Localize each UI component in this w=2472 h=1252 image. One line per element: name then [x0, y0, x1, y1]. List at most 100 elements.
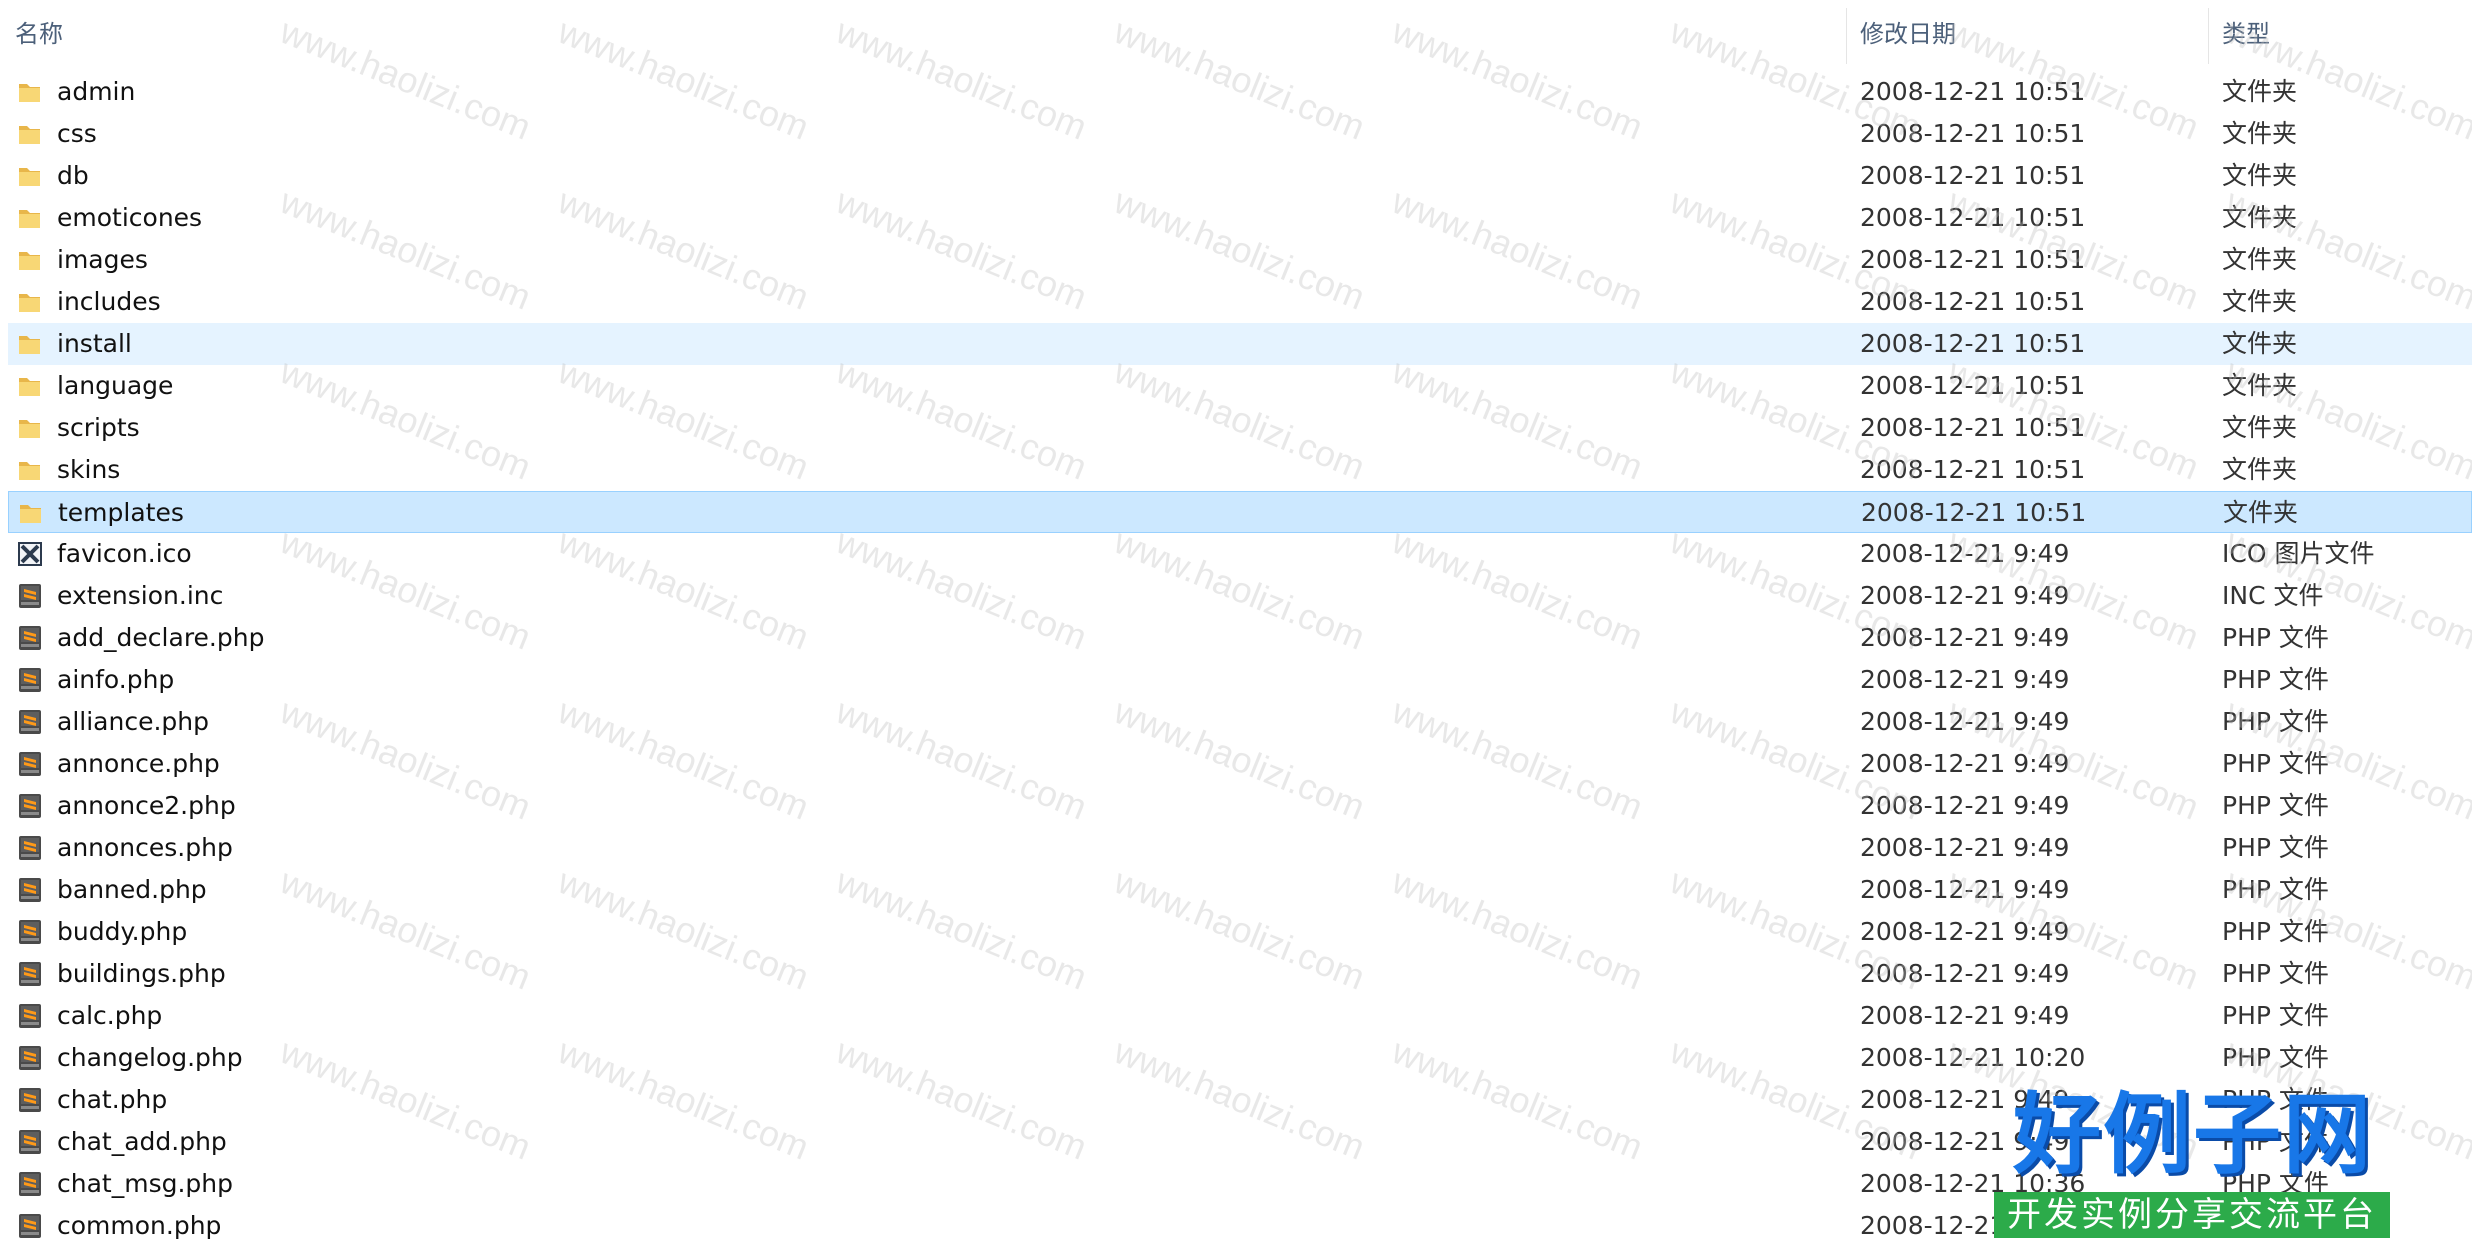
file-type: INC 文件 [2222, 581, 2324, 610]
column-header-bar: 名称 修改日期 类型 [0, 0, 2472, 68]
file-row[interactable]: emoticones 2008-12-21 10:51 文件夹 [8, 197, 2472, 239]
file-row[interactable]: images 2008-12-21 10:51 文件夹 [8, 239, 2472, 281]
file-name: skins [57, 455, 121, 484]
sublime-file-icon [19, 920, 41, 944]
file-row[interactable]: install 2008-12-21 10:51 文件夹 [8, 323, 2472, 365]
file-icon-cell [16, 995, 50, 1037]
file-icon-cell [16, 953, 50, 995]
file-row[interactable]: annonce.php 2008-12-21 9:49 PHP 文件 [8, 743, 2472, 785]
file-name: buildings.php [57, 959, 226, 988]
folder-icon [19, 462, 40, 480]
file-icon-cell [16, 617, 50, 659]
sublime-file-icon [19, 626, 41, 650]
sublime-file-icon [19, 668, 41, 692]
file-type: PHP 文件 [2222, 707, 2329, 736]
file-row[interactable]: includes 2008-12-21 10:51 文件夹 [8, 281, 2472, 323]
file-name: scripts [57, 413, 140, 442]
file-modified-date: 2008-12-21 10:51 [1860, 161, 2086, 190]
file-row[interactable]: alliance.php 2008-12-21 9:49 PHP 文件 [8, 701, 2472, 743]
file-modified-date: 2008-12-21 9:49 [1860, 623, 2070, 652]
file-modified-date: 2008-12-21 10:51 [1860, 371, 2086, 400]
sublime-file-icon [19, 962, 41, 986]
folder-icon [19, 252, 40, 270]
file-row[interactable]: annonce2.php 2008-12-21 9:49 PHP 文件 [8, 785, 2472, 827]
file-row[interactable]: banned.php 2008-12-21 9:49 PHP 文件 [8, 869, 2472, 911]
sublime-file-icon [19, 878, 41, 902]
file-icon-cell [16, 407, 50, 449]
file-icon-cell [16, 533, 50, 575]
sublime-file-icon [19, 794, 41, 818]
sublime-file-icon [19, 584, 41, 608]
file-row[interactable]: db 2008-12-21 10:51 文件夹 [8, 155, 2472, 197]
file-name: add_declare.php [57, 623, 265, 652]
column-header-date[interactable]: 修改日期 [1860, 0, 2210, 68]
file-icon-cell [16, 239, 50, 281]
column-header-type[interactable]: 类型 [2222, 0, 2462, 68]
file-modified-date: 2008-12-21 9:49 [1860, 833, 2070, 862]
file-name: css [57, 119, 97, 148]
file-row[interactable]: language 2008-12-21 10:51 文件夹 [8, 365, 2472, 407]
folder-icon [19, 420, 40, 438]
file-type: 文件夹 [2222, 287, 2298, 316]
file-name: chat_add.php [57, 1127, 227, 1156]
file-name: includes [57, 287, 161, 316]
file-row[interactable]: extension.inc 2008-12-21 9:49 INC 文件 [8, 575, 2472, 617]
file-name: banned.php [57, 875, 207, 904]
file-name: extension.inc [57, 581, 224, 610]
file-row[interactable]: admin 2008-12-21 10:51 文件夹 [8, 71, 2472, 113]
file-name: calc.php [57, 1001, 163, 1030]
file-type: PHP 文件 [2222, 665, 2329, 694]
site-logo: 好例子网 开发实例分享交流平台 [1988, 1082, 2398, 1242]
file-row[interactable]: ainfo.php 2008-12-21 9:49 PHP 文件 [8, 659, 2472, 701]
file-type: 文件夹 [2222, 77, 2298, 106]
file-icon-cell [16, 575, 50, 617]
file-modified-date: 2008-12-21 10:51 [1860, 329, 2086, 358]
file-row[interactable]: add_declare.php 2008-12-21 9:49 PHP 文件 [8, 617, 2472, 659]
file-type: 文件夹 [2222, 203, 2298, 232]
file-row[interactable]: calc.php 2008-12-21 9:49 PHP 文件 [8, 995, 2472, 1037]
column-header-name[interactable]: 名称 [15, 0, 1845, 68]
file-icon-cell [16, 701, 50, 743]
file-name: alliance.php [57, 707, 209, 736]
sublime-file-icon [19, 1130, 41, 1154]
file-modified-date: 2008-12-21 9:49 [1860, 665, 2070, 694]
folder-icon [19, 126, 40, 144]
file-modified-date: 2008-12-21 9:49 [1860, 791, 2070, 820]
file-row[interactable]: favicon.ico 2008-12-21 9:49 ICO 图片文件 [8, 533, 2472, 575]
file-icon-cell [16, 827, 50, 869]
sublime-file-icon [19, 1172, 41, 1196]
folder-icon [20, 505, 41, 523]
file-row[interactable]: changelog.php 2008-12-21 10:20 PHP 文件 [8, 1037, 2472, 1079]
file-modified-date: 2008-12-21 9:49 [1860, 707, 2070, 736]
file-icon-cell [16, 659, 50, 701]
file-row[interactable]: templates 2008-12-21 10:51 文件夹 [8, 491, 2472, 533]
column-divider[interactable] [2208, 8, 2209, 64]
file-name: annonce.php [57, 749, 220, 778]
file-modified-date: 2008-12-21 10:51 [1860, 203, 2086, 232]
file-name: chat_msg.php [57, 1169, 233, 1198]
file-modified-date: 2008-12-21 9:49 [1860, 959, 2070, 988]
file-row[interactable]: buddy.php 2008-12-21 9:49 PHP 文件 [8, 911, 2472, 953]
file-type: PHP 文件 [2222, 749, 2329, 778]
file-modified-date: 2008-12-21 9:49 [1860, 875, 2070, 904]
folder-icon [19, 378, 40, 396]
file-row[interactable]: annonces.php 2008-12-21 9:49 PHP 文件 [8, 827, 2472, 869]
column-divider[interactable] [1846, 8, 1847, 64]
file-explorer: 名称 修改日期 类型 admin 2008-12-21 10:51 文件夹 css 20… [0, 0, 2472, 1252]
file-icon-cell [16, 1121, 50, 1163]
file-icon-cell [16, 281, 50, 323]
sublime-file-icon [19, 1214, 41, 1238]
file-type: 文件夹 [2222, 161, 2298, 190]
folder-icon [19, 84, 40, 102]
file-row[interactable]: css 2008-12-21 10:51 文件夹 [8, 113, 2472, 155]
file-row[interactable]: skins 2008-12-21 10:51 文件夹 [8, 449, 2472, 491]
sublime-file-icon [19, 752, 41, 776]
file-row[interactable]: buildings.php 2008-12-21 9:49 PHP 文件 [8, 953, 2472, 995]
file-icon-cell [16, 1037, 50, 1079]
file-modified-date: 2008-12-21 10:51 [1860, 413, 2086, 442]
file-type: PHP 文件 [2222, 623, 2329, 652]
file-name: annonce2.php [57, 791, 236, 820]
file-type: PHP 文件 [2222, 791, 2329, 820]
file-type: PHP 文件 [2222, 833, 2329, 862]
file-row[interactable]: scripts 2008-12-21 10:51 文件夹 [8, 407, 2472, 449]
